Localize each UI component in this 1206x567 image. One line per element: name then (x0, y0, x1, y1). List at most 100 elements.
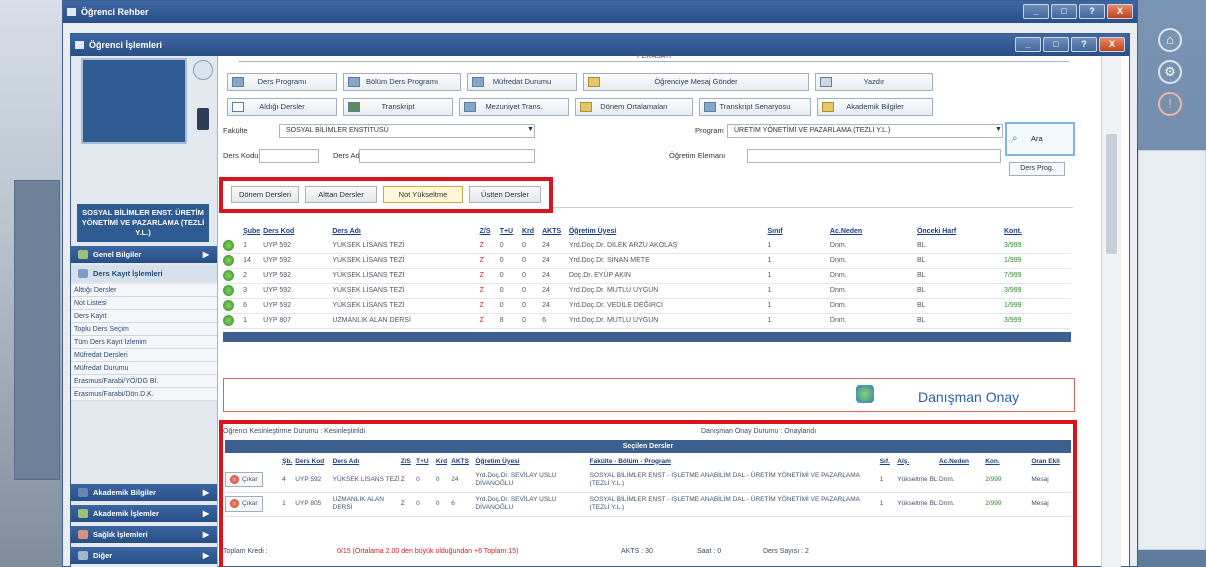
menu-item[interactable]: Ders Kayıt (71, 310, 217, 323)
close-button[interactable]: X (1107, 4, 1133, 19)
minimize-button[interactable]: _ (1023, 4, 1049, 19)
camera-icon[interactable] (193, 60, 213, 80)
table-row[interactable]: 1 UYP 807 UZMANLIK ALAN DERSİ Z 8 0 6 Yrd.Doç.D… (223, 313, 1071, 329)
add-course-icon[interactable] (223, 300, 234, 311)
settings-icon[interactable]: ⚙ (1158, 60, 1182, 84)
save-icon[interactable] (197, 108, 209, 130)
transkript-button[interactable]: Transkript (343, 98, 453, 116)
table-header[interactable]: AKTS (542, 224, 569, 238)
add-course-icon[interactable] (223, 285, 234, 296)
ogretim-input[interactable] (747, 149, 1001, 163)
table-header[interactable]: Ac.Neden (829, 224, 917, 238)
donem-ortalamalari-button[interactable]: Dönem Ortalamaları (575, 98, 693, 116)
checkmark-icon[interactable] (856, 385, 874, 403)
table-header[interactable]: T+U (416, 454, 436, 468)
maximize-button[interactable]: □ (1051, 4, 1077, 19)
menu-section-akademik-islemler[interactable]: Akademik İşlemler ▶ (71, 505, 217, 522)
ders-adi-input[interactable] (359, 149, 535, 163)
select-cell[interactable] (223, 268, 244, 284)
select-cell[interactable] (223, 283, 244, 299)
table-header[interactable]: Krd (522, 224, 543, 238)
add-course-icon[interactable] (223, 270, 234, 281)
remove-cell[interactable]: Çıkar (225, 492, 283, 517)
table-header[interactable]: Ders Adı (333, 454, 401, 468)
mufredat-durumu-button[interactable]: Müfredat Durumu (467, 73, 577, 91)
table-header[interactable]: Krd (436, 454, 451, 468)
table-header[interactable]: Ac.Neden (939, 454, 985, 468)
mesaj-gonder-button[interactable]: Öğrenciye Mesaj Gönder (583, 73, 809, 91)
message-link[interactable]: Mesaj (1031, 468, 1071, 493)
select-cell[interactable] (223, 253, 244, 269)
table-row[interactable]: 1 UYP 592 YÜKSEK LİSANS TEZİ Z 0 0 24 Yrd.Doç.D… (223, 238, 1071, 254)
advisor-approve-label[interactable]: Danışman Onay (918, 389, 1019, 405)
ders-prog-button[interactable]: Ders Prog. (1009, 162, 1065, 176)
ders-kodu-input[interactable] (259, 149, 319, 163)
menu-item[interactable]: Müfredat Durumu (71, 362, 217, 375)
maximize-button[interactable]: □ (1043, 37, 1069, 52)
table-header[interactable]: Fakülte - Bölüm - Program (590, 454, 880, 468)
table-row[interactable]: Çıkar 4 UYP 592 YÜKSEK LİSANS TEZİ Z 0 0 24 Yrd.… (225, 468, 1071, 493)
table-row[interactable]: 6 UYP 592 YÜKSEK LİSANS TEZİ Z 0 0 24 Yrd.Doç.D… (223, 298, 1071, 314)
table-header[interactable]: AKTS (451, 454, 475, 468)
table-row[interactable]: Çıkar 1 UYP 805 UZMANLIK ALAN DERSİ Z 0 0 6 Yrd.… (225, 492, 1071, 517)
table-header[interactable]: Öğretim Üyesi (568, 224, 768, 238)
table-header[interactable]: Öğretim Üyesi (475, 454, 589, 468)
ders-programi-button[interactable]: Ders Programı (227, 73, 337, 91)
message-link[interactable]: Mesaj (1031, 492, 1071, 517)
menu-section-diger[interactable]: Diğer ▶ (71, 547, 217, 564)
table-header[interactable]: Ders Kod (263, 224, 333, 238)
remove-cell[interactable]: Çıkar (225, 468, 283, 493)
mezuniyet-trans-button[interactable]: Mezuniyet Trans. (459, 98, 569, 116)
table-header[interactable]: Şube (243, 224, 264, 238)
select-cell[interactable] (223, 238, 244, 254)
menu-section-akademik-bilgiler[interactable]: Akademik Bilgiler ▶ (71, 484, 217, 501)
remove-button[interactable]: Çıkar (225, 472, 263, 488)
menu-item[interactable]: Not Listesi (71, 297, 217, 310)
table-header[interactable]: Alş. (897, 454, 939, 468)
table-row[interactable]: 2 UYP 592 YÜKSEK LİSANS TEZİ Z 0 0 24 Doç.Dr. E… (223, 268, 1071, 284)
menu-item[interactable]: Müfredat Dersleri (71, 349, 217, 362)
close-button[interactable]: X (1099, 37, 1125, 52)
menu-item[interactable]: Tüm Ders Kayıt İzlenim (71, 336, 217, 349)
bolum-ders-programi-button[interactable]: Bölüm Ders Programı (343, 73, 461, 91)
table-header[interactable]: Kont. (1003, 224, 1071, 238)
table-header[interactable]: T+U (499, 224, 522, 238)
program-select[interactable]: ÜRETİM YÖNETİMİ VE PAZARLAMA (TEZLİ Y.L.… (727, 124, 1003, 138)
alert-icon[interactable]: ! (1158, 92, 1182, 116)
menu-item[interactable]: Toplu Ders Seçim (71, 323, 217, 336)
table-header[interactable]: Önceki Harf (916, 224, 1004, 238)
chevron-down-icon[interactable]: ▼ (527, 126, 534, 133)
help-button[interactable]: ? (1071, 37, 1097, 52)
remove-button[interactable]: Çıkar (225, 496, 263, 512)
table-header[interactable]: Şb. (282, 454, 295, 468)
aldigi-dersler-button[interactable]: Aldığı Dersler (227, 98, 337, 116)
chevron-down-icon[interactable]: ▼ (995, 126, 1002, 133)
fakulte-select[interactable]: SOSYAL BİLİMLER ENSTİTÜSÜ (279, 124, 535, 138)
help-button[interactable]: ? (1079, 4, 1105, 19)
akademik-bilgiler-button[interactable]: Akademik Bilgiler (817, 98, 933, 116)
add-course-icon[interactable] (223, 315, 234, 326)
table-header[interactable]: Z/S (401, 454, 416, 468)
table-row[interactable]: 14 UYP 592 YÜKSEK LİSANS TEZİ Z 0 0 24 Yrd.Doç.… (223, 253, 1071, 269)
scrollbar-thumb[interactable] (1106, 134, 1117, 254)
table-header[interactable]: Sınıf (767, 224, 830, 238)
menu-section-genel[interactable]: Genel Bilgiler ▶ (71, 246, 217, 263)
table-header[interactable]: Z/S (479, 224, 500, 238)
menu-section-ders-kayit[interactable]: Ders Kayıt İşlemleri (71, 265, 217, 282)
menu-section-saglik[interactable]: Sağlık İşlemleri ▶ (71, 526, 217, 543)
table-header[interactable]: Kon. (985, 454, 1031, 468)
vertical-scrollbar[interactable] (1101, 56, 1121, 567)
add-course-icon[interactable] (223, 255, 234, 266)
menu-item[interactable]: Alttığı Dersler (71, 284, 217, 297)
select-cell[interactable] (223, 298, 244, 314)
add-course-icon[interactable] (223, 239, 234, 251)
menu-item[interactable]: Erasmus/Farabi/YÖ/DG Bİ. (71, 375, 217, 388)
table-header[interactable]: Ders Adı (332, 224, 480, 238)
menu-item[interactable]: Erasmus/Farabi/Dön.D.K. (71, 388, 217, 401)
table-header[interactable]: Ders Kod (295, 454, 332, 468)
select-cell[interactable] (223, 313, 244, 329)
yazdir-button[interactable]: Yazdır (815, 73, 933, 91)
table-header[interactable]: Oran Ekli (1031, 454, 1071, 468)
minimize-button[interactable]: _ (1015, 37, 1041, 52)
table-header[interactable]: Sıf. (880, 454, 898, 468)
